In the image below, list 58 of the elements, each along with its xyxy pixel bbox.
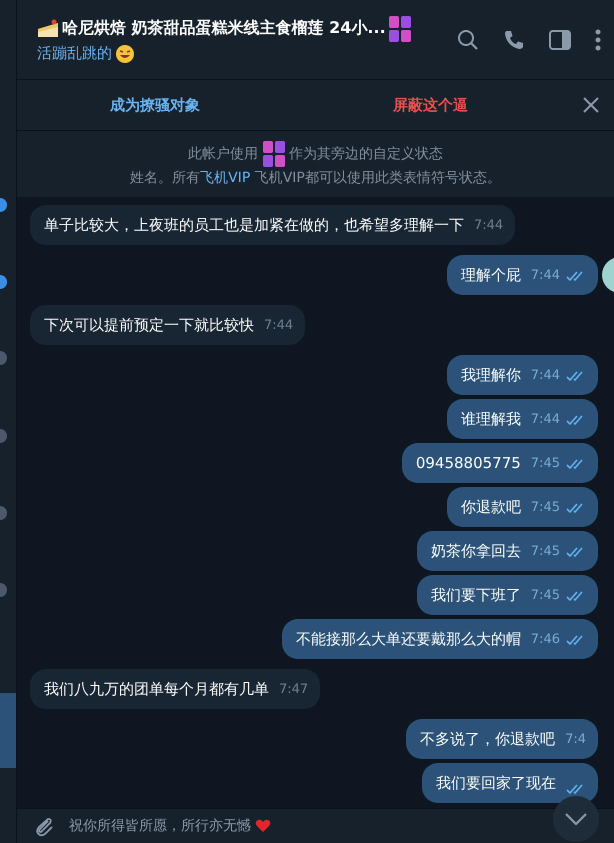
search-button[interactable]: [456, 28, 480, 52]
message-time: 7:47: [279, 681, 308, 699]
block-button[interactable]: 屏蔽这个逼: [292, 80, 568, 130]
add-contact-button[interactable]: 成为撩骚对象: [17, 80, 292, 130]
cake-icon: [37, 18, 59, 38]
sidebar-icon: [548, 28, 572, 50]
message-text: 理解个屁: [460, 265, 521, 286]
message-text: 我们八九万的团单每个月都有几单: [44, 679, 269, 700]
message-text: 不能接那么大单还要戴那么大的帽: [296, 629, 521, 650]
status-emoji-icon: [388, 16, 411, 42]
message-time: 7:44: [530, 267, 560, 285]
more-button[interactable]: [594, 28, 602, 50]
message-text: 不多说了，你退款吧: [420, 729, 556, 750]
message-text: 我理解你: [460, 365, 521, 386]
outgoing-message[interactable]: 不多说了，你退款吧 7:4: [406, 719, 598, 759]
message-text: 谁理解我: [460, 409, 521, 430]
message-time: 7:45: [530, 499, 560, 517]
outgoing-message[interactable]: 理解个屁 7:44: [446, 255, 598, 295]
outgoing-message[interactable]: 我们要回家了现在: [422, 763, 598, 803]
message-time: 7:44: [474, 217, 504, 235]
message-text: 下次可以提前预定一下就比较快: [44, 315, 254, 336]
incoming-message[interactable]: 单子比较大，上夜班的员工也是加紧在做的，也希望多理解一下 7:44: [30, 205, 516, 245]
message-time: 7:44: [530, 411, 560, 429]
outgoing-message[interactable]: 09458805775 7:45: [402, 443, 598, 483]
heart-icon: [255, 819, 271, 833]
status-emoji-icon: [262, 141, 284, 167]
incoming-message[interactable]: 我们八九万的团单每个月都有几单 7:47: [30, 669, 320, 709]
message-time: 7:45: [530, 543, 560, 561]
outgoing-message[interactable]: 我理解你 7:44: [446, 355, 598, 395]
chat-status: 活蹦乱跳的: [37, 44, 112, 63]
message-time: 7:45: [530, 587, 560, 605]
message-input[interactable]: 祝你所得皆所愿，所行亦无憾: [69, 817, 271, 835]
outgoing-message[interactable]: 谁理解我 7:44: [446, 399, 598, 439]
message-text: 我们要回家了现在: [436, 773, 556, 794]
message-time: 7:44: [264, 317, 294, 335]
message-time: 7:45: [530, 455, 560, 473]
more-icon: [594, 28, 602, 50]
laughing-emoji-icon: [115, 44, 135, 64]
message-text: 你退款吧: [460, 497, 521, 518]
incoming-message[interactable]: 下次可以提前预定一下就比较快 7:44: [30, 305, 306, 345]
search-icon: [456, 28, 480, 52]
message-text: 09458805775: [416, 453, 521, 474]
message-time: 7:44: [530, 367, 560, 385]
message-text: 奶茶你拿回去: [430, 541, 521, 562]
outgoing-message[interactable]: 我们要下班了 7:45: [416, 575, 598, 615]
outgoing-message[interactable]: 你退款吧 7:45: [446, 487, 598, 527]
message-time: 7:4: [565, 731, 586, 749]
message-text: 单子比较大，上夜班的员工也是加紧在做的，也希望多理解一下: [44, 215, 464, 236]
message-text: 我们要下班了: [430, 585, 521, 606]
outgoing-message[interactable]: 不能接那么大单还要戴那么大的帽 7:46: [282, 619, 598, 659]
sidebar-toggle-button[interactable]: [548, 28, 572, 50]
status-info-text: 此帐户使用 作为其旁边的自定义状态 姓名。所有飞机VIP 飞机VIP都可以使用此类表情符号状态。: [17, 141, 614, 189]
outgoing-message[interactable]: 奶茶你拿回去 7:45: [416, 531, 598, 571]
chevron-down-icon: [564, 812, 588, 826]
message-time: 7:46: [530, 631, 560, 649]
close-icon: [583, 97, 599, 113]
chat-title: 哈尼烘焙 奶茶甜品蛋糕米线主食榴莲 24小...: [62, 18, 386, 39]
vip-link[interactable]: 飞机VIP: [200, 170, 250, 186]
